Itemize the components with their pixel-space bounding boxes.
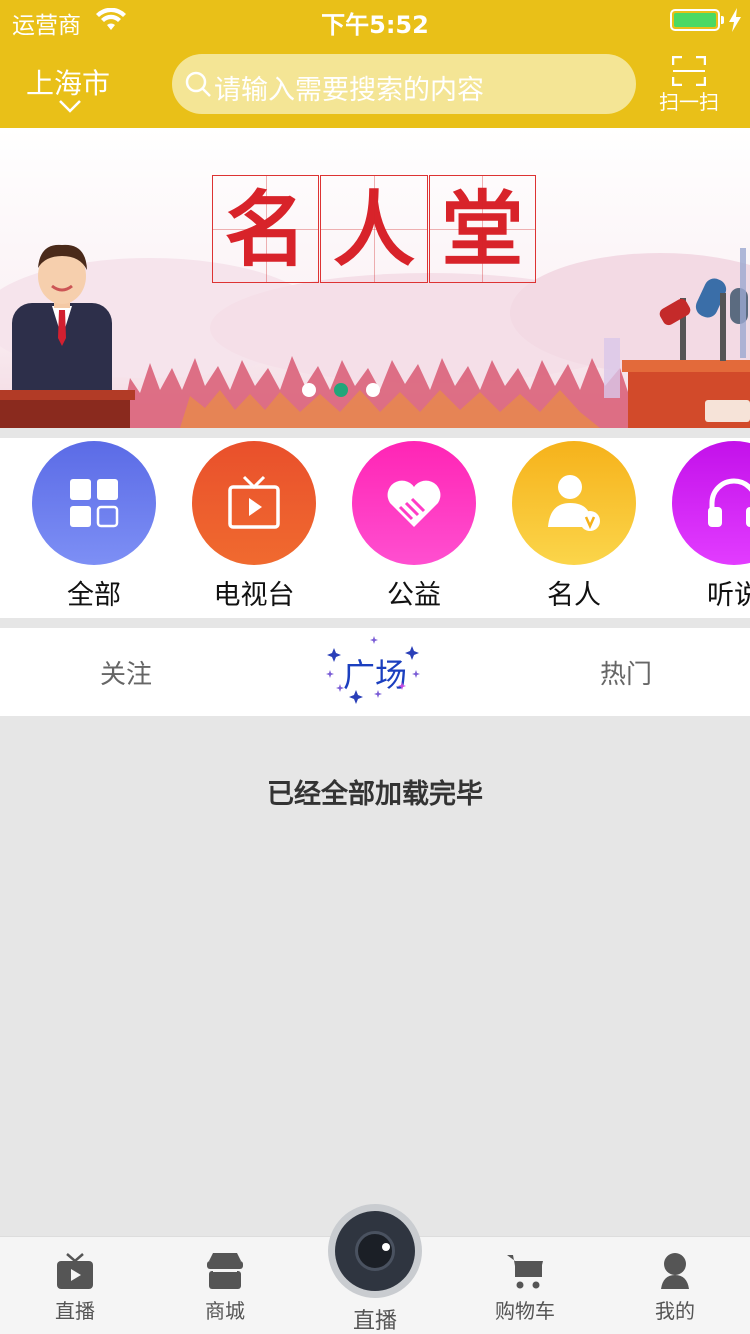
scan-label: 扫一扫 xyxy=(659,90,719,114)
category-tv[interactable]: 电视台 xyxy=(192,441,316,612)
nav-cart[interactable]: 购物车 xyxy=(475,1251,575,1324)
top-header: 运营商 下午5:52 上海市 请输入需要搜索的内容 扫一扫 xyxy=(0,0,750,128)
category-label: 听说 xyxy=(707,580,750,611)
store-icon xyxy=(207,1253,243,1289)
person-icon xyxy=(661,1253,689,1289)
heart-hands-icon xyxy=(387,480,441,527)
nav-live[interactable]: 直播 xyxy=(25,1251,125,1324)
banner-title-char: 名 xyxy=(212,175,320,283)
carousel-dot-active[interactable] xyxy=(334,383,348,397)
tab-hot[interactable]: 热门 xyxy=(600,654,652,691)
search-icon xyxy=(185,71,211,97)
city-selector[interactable]: 上海市 xyxy=(26,62,110,102)
status-bar: 运营商 下午5:52 xyxy=(0,0,750,40)
nav-label: 直播 xyxy=(55,1299,95,1323)
category-label: 名人 xyxy=(547,580,601,611)
camera-lens-icon xyxy=(355,1231,395,1271)
nav-label: 购物车 xyxy=(495,1299,555,1323)
center-live-button[interactable] xyxy=(328,1204,422,1298)
nav-label: 我的 xyxy=(655,1299,695,1323)
nav-store[interactable]: 商城 xyxy=(175,1251,275,1324)
category-celebrity[interactable]: 名人 xyxy=(512,441,636,612)
tab-follow[interactable]: 关注 xyxy=(100,654,152,691)
category-charity[interactable]: 公益 xyxy=(352,441,476,612)
grid-icon xyxy=(70,479,119,528)
cart-icon xyxy=(507,1255,543,1289)
scan-button[interactable]: 扫一扫 xyxy=(656,56,722,116)
charging-icon xyxy=(729,8,741,32)
category-listen[interactable]: 听说 xyxy=(672,441,750,612)
banner-title: 名 人 堂 xyxy=(212,175,537,283)
scan-icon xyxy=(672,56,706,86)
verified-person-icon xyxy=(548,475,600,531)
search-input[interactable]: 请输入需要搜索的内容 xyxy=(172,54,636,114)
battery-icon xyxy=(670,9,720,31)
category-row: 全部 电视台 公益 名人 听说 xyxy=(0,438,750,618)
headphones-icon xyxy=(708,478,750,527)
feed-end-message: 已经全部加载完毕 xyxy=(267,779,483,810)
carousel-dot[interactable] xyxy=(302,383,316,397)
tab-active-sparkle-icon xyxy=(326,636,420,704)
carousel-indicator[interactable] xyxy=(302,383,380,397)
carousel-dot[interactable] xyxy=(366,383,380,397)
nav-label: 商城 xyxy=(205,1299,245,1323)
banner-title-char: 人 xyxy=(320,175,428,283)
tv-icon xyxy=(228,475,280,529)
center-live-label: 直播 xyxy=(352,1309,397,1334)
chevron-down-icon[interactable] xyxy=(58,98,82,114)
category-label: 公益 xyxy=(387,580,441,611)
banner-title-char: 堂 xyxy=(428,175,536,283)
hall-of-fame-banner[interactable]: 名 人 堂 xyxy=(0,128,750,428)
tv-play-icon xyxy=(57,1253,93,1289)
search-placeholder: 请输入需要搜索的内容 xyxy=(214,75,484,106)
category-label: 全部 xyxy=(67,580,121,611)
nav-mine[interactable]: 我的 xyxy=(625,1251,725,1324)
category-label: 电视台 xyxy=(213,580,295,611)
category-all[interactable]: 全部 xyxy=(32,441,156,612)
clock: 下午5:52 xyxy=(321,11,429,39)
